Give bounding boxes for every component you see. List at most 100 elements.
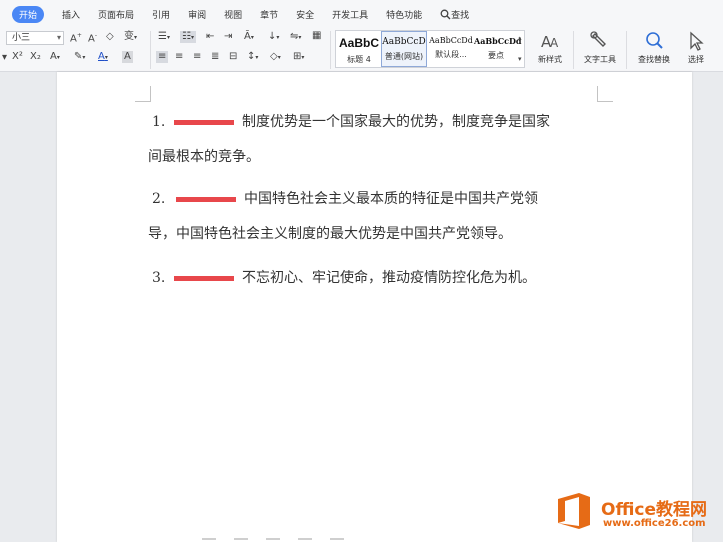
style-preview: AaBbCcDd [429, 36, 473, 45]
bullet-list-icon[interactable]: ☰▾ [158, 32, 170, 42]
style-caption: 标题 4 [347, 55, 371, 64]
shading-fill-icon[interactable]: ◇▾ [270, 52, 281, 62]
font-size-select[interactable]: 小三 [6, 31, 64, 45]
search-label: 查找 [451, 10, 470, 21]
justify-icon[interactable]: ≣ [211, 52, 219, 62]
bottom-mark [234, 538, 248, 540]
superscript-icon[interactable]: X² [12, 52, 23, 62]
style-normal-web[interactable]: AaBbCcD 普通(网站) [381, 31, 427, 67]
new-style-label: 新样式 [538, 55, 562, 64]
select-label: 选择 [688, 55, 704, 64]
find-replace-button[interactable]: 查找替换 [632, 30, 676, 65]
style-preview: AaBbC [338, 36, 379, 50]
style-preview: AaBbCcDd [474, 36, 522, 46]
bottom-mark [266, 538, 280, 540]
distribute-icon[interactable]: ⊟ [229, 52, 237, 62]
watermark-url: www.office26.com [603, 518, 706, 529]
ribbon-toolbar: 小三 A+ A- ◇ 变▾ ▾ X² X₂ A▾ ✎▾ A▾ A ☰▾ ☷▾ ⇤… [0, 28, 723, 72]
style-key-point[interactable]: AaBbCcDd 要点 [474, 31, 522, 67]
bottom-mark [330, 538, 344, 540]
line-spacing-icon[interactable]: ↕▾ [247, 52, 258, 62]
tab-security[interactable]: 安全 [296, 8, 314, 21]
new-style-button[interactable]: AA 新样式 [532, 30, 568, 65]
align-right-icon[interactable]: ≡ [193, 52, 201, 62]
ribbon-divider [150, 31, 151, 69]
paragraph-text: 制度优势是一个国家最大的优势，制度竞争是国家 [242, 114, 550, 130]
tab-special-features[interactable]: 特色功能 [386, 8, 422, 21]
paragraph-line: 1. 制度优势是一个国家最大的优势，制度竞争是国家 [152, 113, 612, 131]
tab-section[interactable]: 章节 [260, 8, 278, 21]
shrink-font-icon[interactable]: A- [88, 33, 97, 44]
subscript-icon[interactable]: X₂ [30, 52, 41, 62]
char-shading-icon[interactable]: A [122, 51, 133, 63]
align-center-icon[interactable]: ≡ [175, 52, 183, 62]
paragraph-1[interactable]: 1. 制度优势是一个国家最大的优势，制度竞争是国家 间最根本的竞争。 [148, 113, 612, 166]
select-button[interactable]: 选择 [680, 30, 712, 65]
text-tools-label: 文字工具 [584, 55, 616, 64]
document-canvas: 1. 制度优势是一个国家最大的优势，制度竞争是国家 间最根本的竞争。 2. 中国特色… [0, 72, 723, 542]
style-preview: AaBbCcD [382, 37, 426, 47]
tab-home[interactable]: 开始 [12, 5, 45, 23]
clear-format-icon[interactable]: ◇ [106, 32, 114, 42]
magnifier-icon [646, 32, 663, 49]
list-number: 1. [152, 114, 166, 130]
ribbon-divider [573, 31, 574, 69]
style-caption: 要点 [488, 51, 504, 60]
site-watermark: Office教程网 www.office26.com [553, 487, 719, 537]
search-button[interactable]: 查找 [440, 8, 469, 21]
style-caption: 默认段... [435, 50, 467, 59]
borders-icon[interactable]: ⊞▾ [293, 52, 304, 62]
page-bottom-marks [202, 538, 482, 542]
underline-dropdown-icon[interactable]: ▾ [2, 53, 7, 63]
document-page[interactable]: 1. 制度优势是一个国家最大的优势，制度竞争是国家 间最根本的竞争。 2. 中国特色… [57, 72, 692, 542]
tab-page-layout[interactable]: 页面布局 [98, 8, 134, 21]
office-logo-icon [558, 493, 590, 529]
watermark-title: Office教程网 [601, 500, 708, 520]
paragraph-3[interactable]: 3. 不忘初心、牢记使命，推动疫情防控化危为机。 [152, 269, 612, 287]
decrease-indent-icon[interactable]: ⇤ [206, 32, 214, 42]
sort-icon[interactable]: ↓▾ [268, 32, 279, 42]
paragraph-line: 导，中国特色社会主义制度的最大优势是中国共产党领导。 [148, 226, 512, 242]
gallery-scroll-down-icon[interactable]: ▾ [518, 56, 522, 63]
blank-underline [176, 196, 236, 202]
grow-font-icon[interactable]: A+ [70, 33, 82, 44]
list-number: 3. [152, 270, 166, 286]
tab-review[interactable]: 审阅 [188, 8, 206, 21]
svg-text:A: A [550, 36, 559, 50]
style-default-paragraph[interactable]: AaBbCcDd 默认段... [428, 31, 474, 67]
table-layout-icon[interactable]: ▦ [312, 31, 321, 41]
find-replace-label: 查找替换 [638, 55, 670, 64]
paragraph-2[interactable]: 2. 中国特色社会主义最本质的特征是中国共产党领 导，中国特色社会主义制度的最大优… [148, 190, 612, 243]
paragraph-line: 3. 不忘初心、牢记使命，推动疫情防控化危为机。 [152, 269, 612, 287]
font-color-icon[interactable]: A▾ [98, 52, 108, 62]
tab-view[interactable]: 视图 [224, 8, 242, 21]
list-number: 2. [152, 191, 166, 207]
tab-references[interactable]: 引用 [152, 8, 170, 21]
wrench-icon [590, 31, 606, 47]
paragraph-text: 不忘初心、牢记使命，推动疫情防控化危为机。 [242, 270, 536, 286]
ribbon-divider [330, 31, 331, 69]
style-gallery: AaBbC 标题 4 AaBbCcD 普通(网站) AaBbCcDd 默认段..… [335, 30, 525, 68]
align-left-icon[interactable]: ≡ [156, 51, 169, 63]
bottom-mark [298, 538, 312, 540]
gallery-scroll-up-icon[interactable]: ▴ [518, 35, 522, 42]
tab-developer[interactable]: 开发工具 [332, 8, 368, 21]
numbered-list-icon[interactable]: ☷▾ [180, 31, 196, 43]
increase-indent-icon[interactable]: ⇥ [224, 32, 232, 42]
tab-insert[interactable]: 插入 [62, 8, 80, 21]
show-marks-icon[interactable]: ⇋▾ [290, 32, 301, 42]
new-style-icon: AA [541, 33, 559, 51]
text-tools-button[interactable]: 文字工具 [578, 30, 622, 65]
phonetic-guide-icon[interactable]: 变▾ [124, 32, 137, 42]
style-heading-4[interactable]: AaBbC 标题 4 [337, 31, 381, 67]
char-scale-icon[interactable]: Ā▾ [244, 32, 254, 42]
bottom-mark [202, 538, 216, 540]
blank-underline [174, 275, 234, 281]
menu-bar: 开始 插入 页面布局 引用 审阅 视图 章节 安全 开发工具 特色功能 查找 [0, 0, 723, 28]
cursor-arrow-icon [690, 31, 704, 51]
blank-underline [174, 119, 234, 125]
text-effect-icon[interactable]: A▾ [50, 52, 60, 62]
paragraph-line: 间最根本的竞争。 [148, 149, 260, 165]
highlight-icon[interactable]: ✎▾ [74, 52, 85, 62]
paragraph-line: 2. 中国特色社会主义最本质的特征是中国共产党领 [152, 190, 612, 208]
